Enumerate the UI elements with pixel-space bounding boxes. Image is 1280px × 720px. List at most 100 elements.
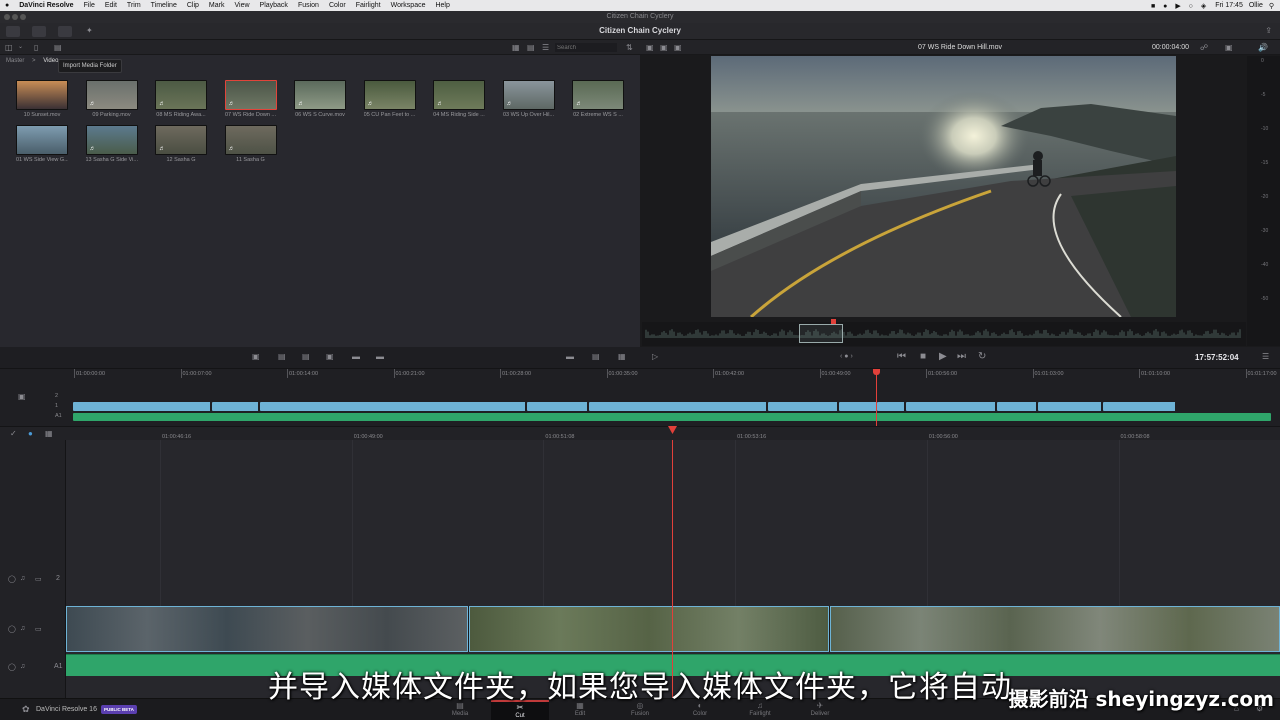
upper-video-clip[interactable]	[906, 402, 996, 411]
menu-item-file[interactable]: File	[79, 2, 100, 9]
viewer-options-icon[interactable]: ▣	[1225, 44, 1233, 52]
scrub-range[interactable]	[799, 324, 843, 343]
breadcrumb-root[interactable]: Master	[6, 58, 24, 64]
zoom-window-button[interactable]	[20, 14, 26, 20]
audio-icon[interactable]: ♫	[20, 575, 25, 582]
stop-icon[interactable]: ■	[920, 352, 926, 362]
share-icon[interactable]: ⇪	[1265, 27, 1272, 35]
media-clip[interactable]: ♬ 08 MS Riding Awa...	[155, 80, 207, 118]
menu-item-color[interactable]: Color	[324, 2, 351, 9]
loop-icon[interactable]: ↻	[978, 352, 986, 362]
upper-playhead[interactable]	[876, 369, 877, 427]
import-media-icon[interactable]: ▯	[34, 44, 38, 52]
search-input[interactable]	[555, 43, 617, 52]
track-height-icon[interactable]: ▦	[45, 430, 53, 438]
strip-view-icon[interactable]: ▤	[527, 44, 535, 52]
menubar-clock[interactable]: Fri 17:45	[1215, 2, 1243, 9]
lock-icon[interactable]: ◯	[8, 625, 16, 633]
media-clip[interactable]: ♬ 02 Extreme WS S ...	[572, 80, 624, 118]
loop-clip-icon[interactable]: ▷	[652, 353, 658, 361]
media-pool-toggle-button[interactable]	[6, 26, 20, 37]
skip-forward-icon[interactable]: ⏭	[957, 352, 966, 362]
viewer-scrubber[interactable]	[642, 319, 1246, 346]
upper-video-clip[interactable]	[839, 402, 877, 411]
upper-video-clip[interactable]	[260, 402, 526, 411]
transitions-button[interactable]	[58, 26, 72, 37]
upper-video-clip[interactable]	[589, 402, 767, 411]
prev-clip-icon[interactable]: ‹ ● ›	[840, 353, 853, 360]
upper-video-clip[interactable]	[1038, 402, 1102, 411]
viewer-timecode[interactable]: 17:57:52:04	[1195, 353, 1239, 362]
upper-video-clip[interactable]	[212, 402, 259, 411]
viewer-image[interactable]	[711, 56, 1176, 317]
upper-timeline-ruler[interactable]: 01:00:00:00 01:00:07:00 01:00:14:00 01:00:2…	[66, 369, 1280, 379]
minimize-window-button[interactable]	[12, 14, 18, 20]
media-clip[interactable]: ♬ 09 Parking.mov	[85, 80, 138, 118]
lower-playhead[interactable]	[672, 440, 673, 698]
menu-item-fusion[interactable]: Fusion	[293, 2, 324, 9]
upper-video-clip[interactable]	[768, 402, 838, 411]
snap-icon[interactable]: ✓	[10, 430, 17, 438]
ripple-overwrite-icon[interactable]: ▤	[302, 353, 310, 361]
play-icon[interactable]: ▶	[939, 352, 947, 362]
media-clip[interactable]: ♬ 07 WS Ride Down ...	[224, 80, 277, 118]
upper-video-clip[interactable]	[877, 402, 905, 411]
scrub-playhead[interactable]	[831, 319, 836, 324]
menu-item-mark[interactable]: Mark	[204, 2, 230, 9]
audio-volume-icon[interactable]: 🔊	[1258, 44, 1268, 52]
video-clip[interactable]	[66, 606, 468, 652]
video-clip[interactable]	[469, 606, 829, 652]
clip-options-icon[interactable]: ☍	[1200, 44, 1208, 52]
upper-video-clip[interactable]	[73, 402, 211, 411]
media-clip[interactable]: 01 WS Side View G...	[16, 125, 68, 163]
menubar-user[interactable]: Ollie	[1249, 2, 1263, 9]
video-icon[interactable]: ▭	[35, 575, 42, 583]
menu-item-trim[interactable]: Trim	[122, 2, 146, 9]
upper-audio-clip[interactable]	[73, 413, 1271, 421]
list-view-icon[interactable]: ☰	[542, 44, 549, 52]
menu-item-help[interactable]: Help	[430, 2, 454, 9]
link-icon[interactable]: ●	[28, 430, 33, 438]
sidebar-toggle-icon[interactable]: ◫	[5, 44, 13, 52]
sort-icon[interactable]: ⇅	[626, 44, 633, 52]
media-clip[interactable]: ♬ 12 Sasha G	[155, 125, 207, 163]
lock-icon[interactable]: ◯	[8, 575, 16, 583]
menu-item-timeline[interactable]: Timeline	[146, 2, 182, 9]
transition-smooth-cut-icon[interactable]: ▤	[592, 353, 600, 361]
thumbnail-view-icon[interactable]: ▦	[512, 44, 520, 52]
upper-playhead-head[interactable]	[873, 369, 880, 375]
place-on-top-icon[interactable]: ▬	[352, 353, 360, 361]
transition-dissolve-icon[interactable]: ▬	[566, 353, 574, 361]
media-clip[interactable]: 10 Sunset.mov	[16, 80, 68, 118]
menu-item-clip[interactable]: Clip	[182, 2, 204, 9]
timeline-overview-icon[interactable]: ▣	[18, 393, 26, 401]
menu-item-view[interactable]: View	[229, 2, 254, 9]
close-window-button[interactable]	[4, 14, 10, 20]
media-clip[interactable]: ♬ 03 WS Up Over Hil...	[502, 80, 555, 118]
media-clip[interactable]: ♬ 04 MS Riding Side ...	[433, 80, 485, 118]
menu-icon[interactable]: ☰	[1262, 353, 1269, 361]
smart-insert-icon[interactable]: ▣	[252, 353, 260, 361]
upper-video-clip[interactable]	[527, 402, 588, 411]
video-clip[interactable]	[830, 606, 1280, 652]
skip-back-icon[interactable]: ⏮	[897, 352, 906, 362]
media-clip[interactable]: ♬ 06 WS S Curve.mov	[294, 80, 346, 118]
menu-item-fairlight[interactable]: Fairlight	[351, 2, 386, 9]
effects-button[interactable]: ✦	[84, 26, 98, 37]
append-icon[interactable]: ▤	[278, 353, 286, 361]
media-clip[interactable]: ♬ 05 CU Pan Feet to ...	[363, 80, 416, 118]
search-icon[interactable]: ⚲	[1269, 2, 1274, 10]
media-clip[interactable]: ♬ 13 Sasha G Side Vi...	[85, 125, 138, 163]
apple-icon[interactable]: ●	[0, 2, 14, 9]
breadcrumb-current[interactable]: Video	[43, 58, 58, 64]
menu-item-edit[interactable]: Edit	[100, 2, 122, 9]
upper-video-clip[interactable]	[1103, 402, 1176, 411]
menu-item-workspace[interactable]: Workspace	[386, 2, 431, 9]
audio-icon[interactable]: ♫	[20, 625, 25, 632]
video-icon[interactable]: ▭	[35, 625, 42, 633]
menu-item-playback[interactable]: Playback	[255, 2, 293, 9]
source-overwrite-icon[interactable]: ▬	[376, 353, 384, 361]
sync-bin-button[interactable]	[32, 26, 46, 37]
transition-cut-icon[interactable]: ▦	[618, 353, 626, 361]
chevron-down-icon[interactable]: ⌄	[18, 44, 23, 50]
